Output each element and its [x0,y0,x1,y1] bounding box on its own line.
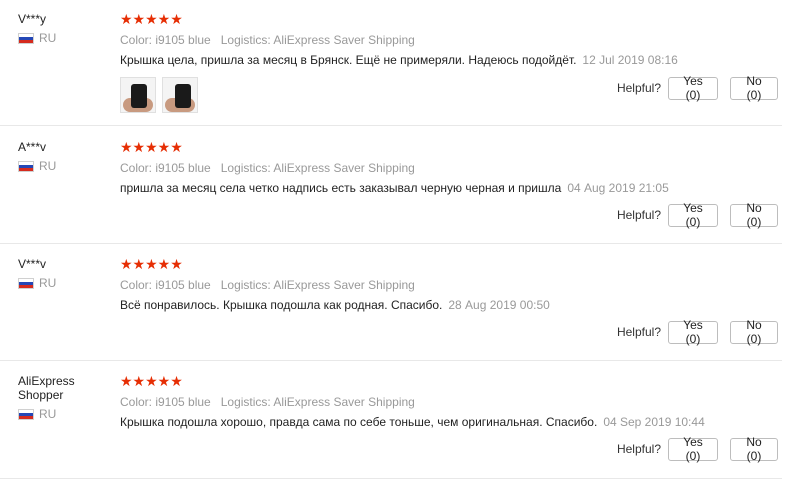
review-divider [0,478,782,479]
review-text-line: Всё понравилось. Крышка подошла как родн… [120,298,780,312]
review-photo-thumbnail[interactable] [162,77,198,113]
helpful-yes-button[interactable]: Yes (0) [668,201,718,229]
reviewer-info: V***v RU [18,257,108,290]
order-color: Color: i9105 blue [120,161,211,175]
order-logistics: Logistics: AliExpress Saver Shipping [220,395,415,409]
russia-flag-icon [18,408,34,420]
review-date: 04 Aug 2019 21:05 [567,181,669,195]
helpful-label: Helpful? [616,81,661,95]
review-divider [0,243,782,244]
review-content: ★★★★★ Color: i9105 blue Logistics: AliExp… [120,257,780,312]
reviewer-name: A***v [18,140,47,154]
review-text: пришла за месяц села четко надпись есть … [120,181,562,195]
review-photo-thumbnail[interactable] [120,77,156,113]
order-info: Color: i9105 blue Logistics: AliExpress S… [120,278,780,292]
order-info: Color: i9105 blue Logistics: AliExpress S… [120,395,780,409]
reviewer-name: V***v [18,257,47,271]
helpful-yes-button[interactable]: Yes (0) [668,435,718,463]
country-code: RU [39,159,57,173]
helpful-label: Helpful? [616,442,661,456]
star-rating: ★★★★★ [120,373,183,389]
review-text: Крышка цела, пришла за месяц в Брянск. Е… [120,53,577,67]
russia-flag-icon [18,32,34,44]
helpful-vote: Helpful? Yes (0) No (0) [616,74,778,102]
review-date: 12 Jul 2019 08:16 [582,53,678,67]
reviewer-info: V***y RU [18,12,108,45]
review-text: Крышка подошла хорошо, правда сама по се… [120,415,598,429]
russia-flag-icon [18,277,34,289]
helpful-label: Helpful? [616,208,661,222]
order-info: Color: i9105 blue Logistics: AliExpress S… [120,33,780,47]
country-code: RU [39,31,57,45]
order-info: Color: i9105 blue Logistics: AliExpress S… [120,161,780,175]
reviewer-country: RU [18,159,108,173]
star-rating: ★★★★★ [120,256,183,272]
review-item: V***v RU ★★★★★ Color: i9105 blue Logistic… [0,257,800,357]
country-code: RU [39,407,57,421]
country-code: RU [39,276,57,290]
reviewer-name: AliExpress Shopper [18,374,75,402]
helpful-no-button[interactable]: No (0) [730,74,778,102]
review-photos [120,77,198,113]
review-item: A***v RU ★★★★★ Color: i9105 blue Logistic… [0,140,800,240]
helpful-no-button[interactable]: No (0) [730,318,778,346]
star-rating: ★★★★★ [120,11,183,27]
helpful-no-button[interactable]: No (0) [730,435,778,463]
helpful-yes-button[interactable]: Yes (0) [668,74,718,102]
russia-flag-icon [18,160,34,172]
review-item: V***y RU ★★★★★ Color: i9105 blue Logistic… [0,12,800,124]
star-rating: ★★★★★ [120,139,183,155]
helpful-vote: Helpful? Yes (0) No (0) [616,435,778,463]
review-content: ★★★★★ Color: i9105 blue Logistics: AliExp… [120,11,780,113]
order-logistics: Logistics: AliExpress Saver Shipping [220,278,415,292]
review-date: 28 Aug 2019 00:50 [448,298,550,312]
review-content: ★★★★★ Color: i9105 blue Logistics: AliExp… [120,140,780,195]
helpful-vote: Helpful? Yes (0) No (0) [616,201,778,229]
review-text-line: Крышка подошла хорошо, правда сама по се… [120,415,780,429]
helpful-no-button[interactable]: No (0) [730,201,778,229]
review-divider [0,360,782,361]
review-item: AliExpress Shopper RU ★★★★★ Color: i9105… [0,374,800,481]
order-logistics: Logistics: AliExpress Saver Shipping [220,33,415,47]
order-color: Color: i9105 blue [120,395,211,409]
helpful-label: Helpful? [616,325,661,339]
review-date: 04 Sep 2019 10:44 [603,415,705,429]
review-text-line: пришла за месяц села четко надпись есть … [120,181,780,195]
review-text: Всё понравилось. Крышка подошла как родн… [120,298,443,312]
order-logistics: Logistics: AliExpress Saver Shipping [220,161,415,175]
reviewer-country: RU [18,276,108,290]
reviewer-info: A***v RU [18,140,108,173]
helpful-vote: Helpful? Yes (0) No (0) [616,318,778,346]
review-text-line: Крышка цела, пришла за месяц в Брянск. Е… [120,53,780,67]
order-color: Color: i9105 blue [120,33,211,47]
reviewer-info: AliExpress Shopper RU [18,374,108,421]
reviewer-country: RU [18,31,108,45]
review-content: ★★★★★ Color: i9105 blue Logistics: AliExp… [120,374,780,429]
reviewer-name: V***y [18,12,47,26]
helpful-yes-button[interactable]: Yes (0) [668,318,718,346]
reviewer-country: RU [18,407,108,421]
order-color: Color: i9105 blue [120,278,211,292]
review-divider [0,125,782,126]
